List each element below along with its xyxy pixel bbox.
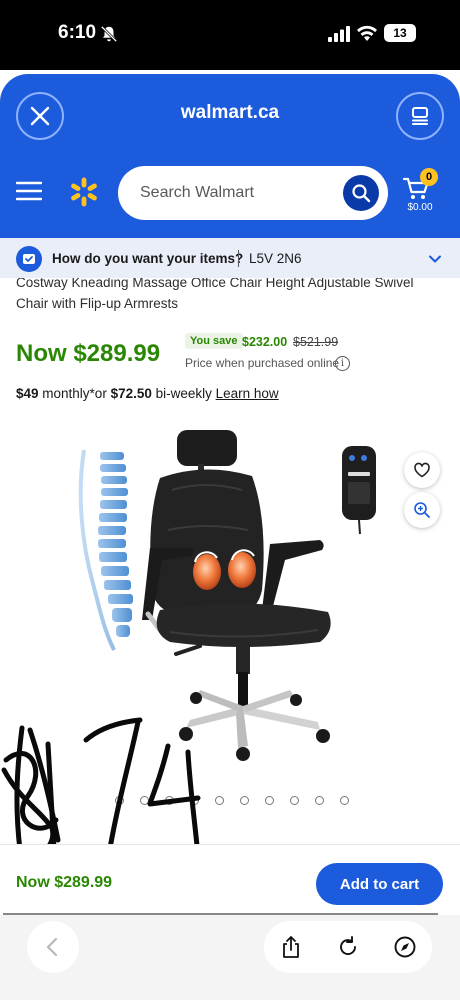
carousel-dot[interactable] (290, 796, 299, 805)
status-time: 6:10 (58, 22, 97, 43)
delivery-divider (238, 250, 239, 267)
page: 6:10 13 walmart.ca Search Walmart 0 $0.0… (0, 0, 460, 1000)
carousel-dot[interactable] (140, 796, 149, 805)
heart-icon (414, 462, 430, 478)
postal-code: L5V 2N6 (249, 251, 302, 266)
silent-bell-icon (100, 25, 118, 43)
browser-toolbar (0, 915, 460, 1000)
price-note: Price when purchased online (185, 356, 340, 370)
product-title-container: Costway Kneading Massage Office Chair He… (0, 278, 460, 318)
zoom-in-icon (414, 502, 430, 518)
compass-button[interactable] (392, 934, 418, 960)
product-image-carousel[interactable] (0, 410, 460, 840)
search-input[interactable] (140, 180, 330, 206)
reload-button[interactable] (335, 934, 361, 960)
search-button[interactable] (343, 175, 379, 211)
cart-button[interactable]: 0 $0.00 (398, 168, 442, 218)
carousel-dot[interactable] (265, 796, 274, 805)
site-header: walmart.ca Search Walmart 0 $0.00 (0, 74, 460, 236)
cart-count-badge: 0 (420, 168, 438, 186)
delivery-pin-icon (16, 246, 42, 272)
close-icon (30, 106, 50, 126)
delivery-selector[interactable]: How do you want your items? L5V 2N6 (0, 236, 460, 278)
savings-amount: $232.00 (242, 335, 288, 349)
close-button[interactable] (16, 92, 64, 140)
sticky-price: Now $289.99 (16, 874, 113, 891)
carousel-dot[interactable] (115, 796, 124, 805)
carousel-dot[interactable] (215, 796, 224, 805)
search-bar (118, 166, 388, 220)
favorite-button[interactable] (404, 452, 440, 488)
info-icon[interactable]: i (335, 356, 350, 371)
status-bar: 6:10 13 (0, 0, 460, 70)
carousel-dot[interactable] (240, 796, 249, 805)
product-title: Costway Kneading Massage Office Chair He… (16, 278, 414, 311)
monthly-suffix: monthly*or (38, 386, 111, 401)
biweekly-amount: $72.50 (110, 386, 152, 401)
delivery-question: How do you want your items? (52, 251, 244, 266)
hamburger-menu-icon[interactable] (16, 180, 42, 202)
share-icon (283, 936, 299, 958)
biweekly-suffix: bi-weekly (151, 386, 216, 401)
back-button[interactable] (27, 921, 79, 973)
chevron-down-icon (429, 255, 441, 263)
site-domain: walmart.ca (180, 102, 280, 123)
sticky-cart-bar: Now $289.99 Add to cart (0, 844, 460, 914)
carousel-dot[interactable] (315, 796, 324, 805)
walmart-spark-logo[interactable] (68, 176, 100, 208)
battery-level: 13 (393, 26, 407, 40)
product-image (78, 430, 376, 761)
current-price: Now $289.99 (16, 340, 161, 367)
carousel-indicator[interactable] (0, 796, 460, 808)
chevron-left-icon (46, 937, 58, 957)
share-button[interactable] (278, 934, 304, 960)
wifi-icon (357, 25, 377, 41)
add-to-cart-button[interactable]: Add to cart (316, 863, 443, 905)
compass-icon (394, 936, 416, 958)
battery-indicator: 13 (384, 24, 416, 42)
zoom-button[interactable] (404, 492, 440, 528)
installment-info: $49 monthly*or $72.50 bi-weekly Learn ho… (16, 386, 279, 401)
carousel-dot[interactable] (190, 796, 199, 805)
cart-total: $0.00 (407, 202, 433, 213)
tabs-button[interactable] (396, 92, 444, 140)
learn-how-link[interactable]: Learn how (216, 386, 279, 401)
carousel-dot[interactable] (340, 796, 349, 805)
search-icon (352, 184, 371, 203)
you-save-badge: You save (185, 333, 243, 349)
browser-actions (264, 921, 432, 973)
reload-icon (340, 936, 356, 955)
cellular-signal-icon (328, 26, 350, 42)
tabs-icon (412, 107, 428, 125)
monthly-amount: $49 (16, 386, 39, 401)
carousel-dot[interactable] (165, 796, 174, 805)
was-price: $521.99 (293, 335, 339, 349)
